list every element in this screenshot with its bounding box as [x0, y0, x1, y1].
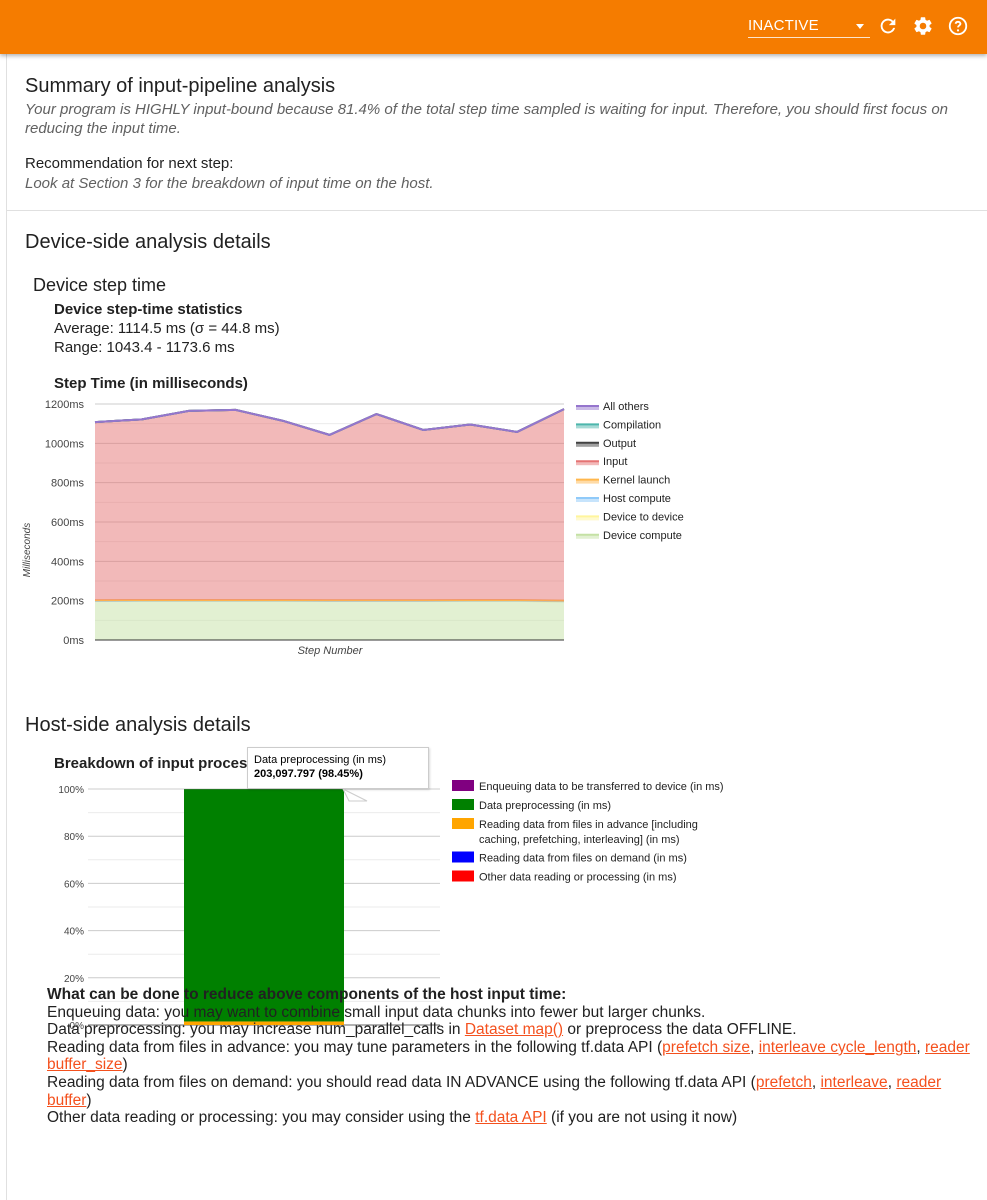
legend-item: Enqueuing data to be transferred to devi…	[452, 780, 724, 793]
legend-label: Device to device	[603, 511, 684, 523]
chevron-down-icon	[856, 24, 864, 29]
legend-label: Reading data from files in advance [incl…	[479, 819, 698, 831]
y-axis-label: Milliseconds	[22, 523, 33, 577]
step-time-chart: 0ms 200ms 400ms 600ms 800ms 1000ms 1200ms All …	[22, 399, 684, 657]
refresh-icon[interactable]	[877, 15, 899, 37]
step-stats-range: Range: 1043.4 - 1173.6 ms	[54, 339, 235, 356]
legend-item: Input	[576, 456, 627, 468]
legend-label: Output	[603, 438, 636, 450]
summary-title: Summary of input-pipeline analysis	[25, 75, 336, 97]
y-tick-label: 60%	[64, 879, 84, 890]
legend-swatch	[452, 851, 474, 863]
help-icon[interactable]	[947, 15, 969, 37]
y-tick-label: 100%	[58, 785, 84, 796]
legend-label: Host compute	[603, 493, 671, 505]
dataset-map-link[interactable]: Dataset map()	[465, 1021, 563, 1038]
y-tick-label: 0ms	[63, 635, 84, 647]
tip-text: or preprocess the data OFFLINE.	[563, 1021, 797, 1039]
tooltip-label: Data preprocessing (in ms)	[254, 754, 387, 766]
chart-tooltip: Data preprocessing (in ms) 203,097.797 (…	[247, 747, 429, 789]
status-select-value: INACTIVE	[748, 17, 819, 34]
tip-preprocessing: Data preprocessing: you may increase num…	[47, 1021, 977, 1039]
y-tick-label: 20%	[64, 974, 84, 985]
tooltip-pointer	[341, 788, 368, 802]
legend-label: Device compute	[603, 530, 682, 542]
legend-swatch	[452, 818, 474, 829]
tip-read-demand: Reading data from files on demand: you s…	[47, 1074, 977, 1109]
legend-item: Other data reading or processing (in ms)	[452, 870, 676, 884]
legend-item: Device compute	[576, 530, 682, 542]
legend-label: All others	[603, 401, 649, 413]
legend-label: caching, prefetching, interleaving] (in …	[479, 834, 680, 846]
interleave-cycle-length-link[interactable]: interleave cycle_length	[759, 1039, 917, 1056]
legend-swatch	[452, 870, 474, 882]
tip-other: Other data reading or processing: you ma…	[47, 1109, 977, 1127]
tooltip-value: 203,097.797 (98.45%)	[254, 768, 363, 780]
step-stats-title: Device step-time statistics	[54, 301, 243, 318]
y-tick-label: 400ms	[51, 556, 85, 568]
recommendation-text: Look at Section 3 for the breakdown of i…	[25, 175, 434, 192]
tip-text: (if you are not using it now)	[546, 1109, 738, 1127]
separator: ,	[916, 1038, 925, 1056]
legend-item: Host compute	[576, 493, 671, 505]
legend-item: Output	[576, 438, 636, 450]
x-axis-label: Step Number	[298, 645, 364, 657]
legend-item: All others	[576, 401, 649, 413]
legend-label: Compilation	[603, 419, 661, 431]
top-bar: INACTIVE	[0, 0, 987, 54]
gear-icon[interactable]	[912, 15, 934, 37]
separator: )	[122, 1056, 128, 1074]
tips-section: What can be done to reduce above compone…	[47, 986, 977, 1127]
legend-item: Reading data from files on demand (in ms…	[452, 851, 687, 865]
legend-item: Reading data from files in advance [incl…	[452, 818, 698, 846]
tip-text: Data preprocessing: you may increase num…	[47, 1021, 465, 1039]
legend-label: Enqueuing data to be transferred to devi…	[479, 781, 724, 793]
prefetch-size-link[interactable]: prefetch size	[662, 1039, 750, 1056]
tips-heading: What can be done to reduce above compone…	[47, 986, 567, 1003]
legend-label: Data preprocessing (in ms)	[479, 800, 611, 812]
legend-swatch	[452, 780, 474, 791]
area-device-compute	[95, 600, 564, 640]
legend-item: Data preprocessing (in ms)	[452, 799, 611, 812]
legend-label: Reading data from files on demand (in ms…	[479, 853, 687, 865]
legend-item: Kernel launch	[576, 475, 670, 487]
summary-card: Summary of input-pipeline analysis Your …	[7, 54, 987, 211]
device-section-title: Device-side analysis details	[25, 231, 271, 253]
tip-text: Reading data from files in advance: you …	[47, 1038, 663, 1056]
separator: )	[86, 1091, 92, 1109]
legend-item: Compilation	[576, 419, 661, 431]
area-input	[95, 409, 564, 601]
y-tick-label: 1000ms	[45, 438, 85, 450]
summary-text: Your program is HIGHLY input-bound becau…	[25, 101, 949, 137]
tip-read-advance: Reading data from files in advance: you …	[47, 1039, 977, 1074]
legend-swatch	[452, 799, 474, 810]
step-stats-average: Average: 1114.5 ms (σ = 44.8 ms)	[54, 320, 280, 337]
status-select[interactable]: INACTIVE	[748, 16, 870, 38]
legend-label: Kernel launch	[603, 475, 670, 487]
device-step-time-title: Device step time	[33, 275, 167, 295]
y-tick-label: 1200ms	[45, 399, 85, 411]
interleave-link[interactable]: interleave	[820, 1074, 887, 1091]
y-tick-label: 40%	[64, 927, 84, 938]
legend-item: Device to device	[576, 511, 684, 523]
legend-label: Input	[603, 456, 627, 468]
y-tick-label: 600ms	[51, 517, 85, 529]
y-tick-label: 800ms	[51, 478, 85, 490]
y-tick-label: 200ms	[51, 596, 85, 608]
tf-data-api-link[interactable]: tf.data API	[475, 1109, 547, 1126]
tip-text: Reading data from files on demand: you s…	[47, 1073, 756, 1091]
separator: ,	[750, 1038, 759, 1056]
y-tick-label: 80%	[64, 832, 84, 843]
tip-text: Other data reading or processing: you ma…	[47, 1109, 476, 1127]
legend-label: Other data reading or processing (in ms)	[479, 872, 676, 884]
host-section-title: Host-side analysis details	[25, 714, 251, 736]
tip-enqueue: Enqueuing data: you may want to combine …	[47, 1003, 706, 1021]
prefetch-link[interactable]: prefetch	[756, 1074, 812, 1091]
recommendation-label: Recommendation for next step:	[25, 155, 234, 172]
